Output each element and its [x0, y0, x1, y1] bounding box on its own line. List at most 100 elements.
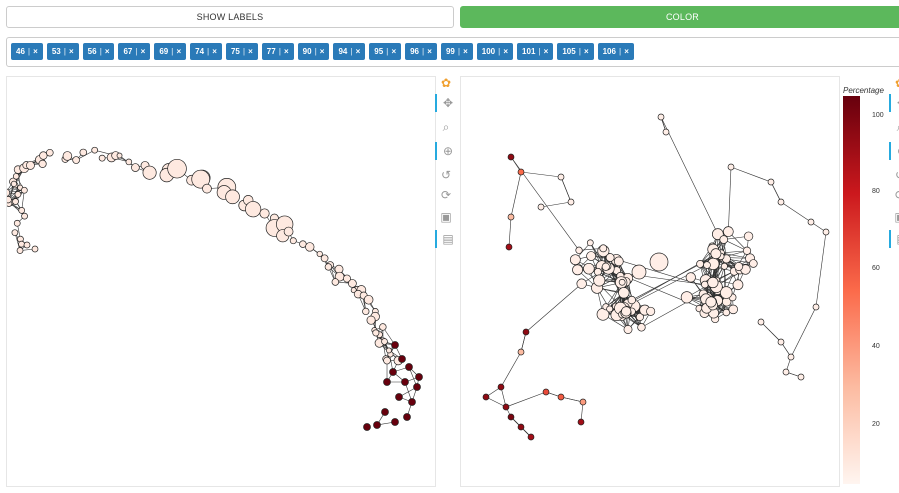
network-node[interactable] [384, 379, 391, 386]
network-node[interactable] [614, 257, 623, 266]
network-node[interactable] [701, 281, 708, 288]
tag-remove-icon[interactable]: × [141, 47, 146, 56]
network-node[interactable] [325, 264, 332, 271]
reset-history-icon[interactable]: ↺ [435, 166, 457, 184]
network-node[interactable] [735, 262, 743, 270]
network-node[interactable] [284, 227, 293, 236]
save-icon[interactable]: ▣ [889, 208, 899, 226]
network-node[interactable] [632, 265, 646, 279]
network-node[interactable] [380, 324, 387, 331]
tag-remove-icon[interactable]: × [463, 47, 468, 56]
network-node[interactable] [658, 114, 664, 120]
network-node[interactable] [46, 149, 53, 156]
network-node[interactable] [508, 154, 514, 160]
network-node[interactable] [570, 255, 580, 265]
reset-icon[interactable]: ⟳ [435, 186, 457, 204]
network-node[interactable] [202, 184, 211, 193]
network-node[interactable] [260, 209, 269, 218]
network-node[interactable] [508, 414, 514, 420]
reset-icon[interactable]: ⟳ [889, 186, 899, 204]
network-node[interactable] [758, 319, 764, 325]
tag-remove-icon[interactable]: × [503, 47, 508, 56]
network-node[interactable] [647, 307, 655, 315]
network-node[interactable] [518, 349, 524, 355]
network-node[interactable] [523, 329, 529, 335]
network-node[interactable] [386, 348, 391, 353]
tag-remove-icon[interactable]: × [320, 47, 325, 56]
network-node[interactable] [32, 246, 38, 252]
network-node[interactable] [706, 297, 716, 307]
network-node[interactable] [392, 342, 399, 349]
network-node[interactable] [578, 419, 584, 425]
network-node[interactable] [348, 279, 356, 287]
network-node[interactable] [808, 219, 814, 225]
box-zoom-icon[interactable]: ⌕ [889, 118, 899, 136]
network-node[interactable] [743, 247, 751, 255]
network-plot-left[interactable] [6, 76, 436, 487]
network-node[interactable] [11, 181, 16, 186]
network-node[interactable] [663, 129, 669, 135]
color-button[interactable]: COLOR [460, 6, 899, 28]
network-node[interactable] [364, 424, 371, 431]
network-node[interactable] [558, 174, 564, 180]
network-node[interactable] [13, 173, 19, 179]
network-node[interactable] [602, 263, 609, 270]
network-node[interactable] [17, 248, 23, 254]
network-node[interactable] [399, 356, 406, 363]
network-node[interactable] [143, 166, 156, 179]
tag-remove-icon[interactable]: × [624, 47, 629, 56]
network-node[interactable] [416, 374, 423, 381]
network-node[interactable] [402, 379, 409, 386]
network-node[interactable] [406, 364, 413, 371]
tag-selector[interactable]: 46|×53|×56|×67|×69|×74|×75|×77|×90|×94|×… [6, 37, 899, 67]
network-node[interactable] [733, 280, 743, 290]
network-node[interactable] [788, 354, 794, 360]
network-node[interactable] [686, 273, 695, 282]
network-plot-left-canvas[interactable] [7, 77, 437, 488]
network-node[interactable] [332, 279, 339, 286]
reset-history-icon[interactable]: ↺ [889, 166, 899, 184]
tag-remove-icon[interactable]: × [69, 47, 74, 56]
network-node[interactable] [373, 330, 379, 336]
network-node[interactable] [126, 159, 132, 165]
network-node[interactable] [26, 161, 34, 169]
network-node[interactable] [506, 244, 512, 250]
network-node[interactable] [768, 179, 774, 185]
network-node[interactable] [245, 201, 260, 216]
network-node[interactable] [392, 419, 399, 426]
network-node[interactable] [749, 260, 757, 268]
wheel-zoom-icon[interactable]: ⊕ [435, 142, 459, 160]
network-node[interactable] [73, 157, 80, 164]
tag-remove-icon[interactable]: × [248, 47, 253, 56]
hover-icon[interactable]: ▤ [435, 230, 459, 248]
network-node[interactable] [305, 243, 314, 252]
network-plot-right-canvas[interactable] [461, 77, 841, 488]
pan-icon[interactable]: ✥ [435, 94, 459, 112]
network-node[interactable] [744, 232, 753, 241]
network-node[interactable] [650, 253, 668, 271]
network-node[interactable] [390, 369, 397, 376]
network-node[interactable] [364, 295, 373, 304]
network-node[interactable] [382, 339, 388, 345]
network-node[interactable] [409, 399, 416, 406]
network-node[interactable] [384, 357, 391, 364]
network-node[interactable] [704, 262, 711, 269]
network-node[interactable] [24, 242, 30, 248]
network-node[interactable] [117, 153, 122, 158]
network-node[interactable] [697, 260, 704, 267]
show-labels-button[interactable]: SHOW LABELS [6, 6, 454, 28]
network-node[interactable] [600, 245, 607, 252]
network-node[interactable] [628, 296, 636, 304]
network-node[interactable] [711, 249, 721, 259]
network-node[interactable] [7, 196, 11, 203]
network-node[interactable] [587, 252, 596, 261]
network-node[interactable] [367, 316, 375, 324]
network-node[interactable] [518, 169, 524, 175]
network-node[interactable] [778, 199, 784, 205]
network-node[interactable] [363, 308, 370, 315]
network-node[interactable] [483, 394, 489, 400]
network-node[interactable] [538, 204, 544, 210]
network-node[interactable] [290, 238, 296, 244]
network-node[interactable] [19, 207, 25, 213]
network-node[interactable] [783, 369, 789, 375]
